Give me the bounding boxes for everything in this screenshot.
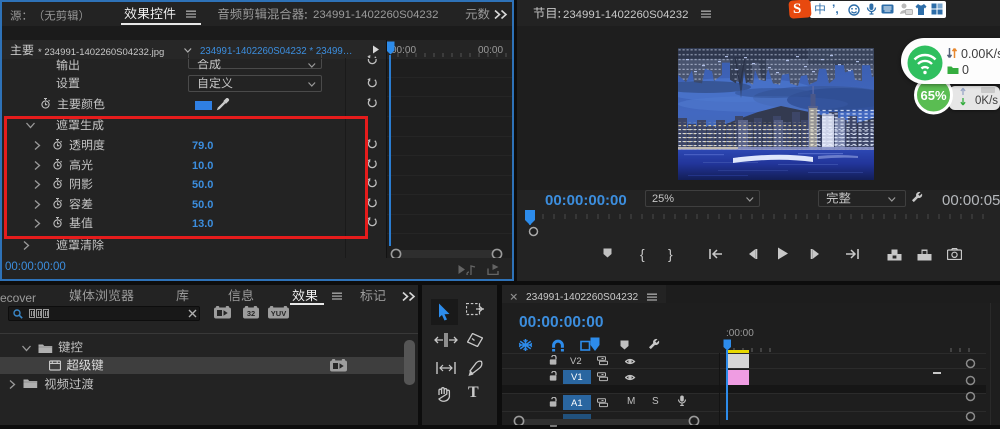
- svg-text:32: 32: [247, 309, 255, 318]
- svg-text:65%: 65%: [920, 88, 946, 103]
- svg-text:YUV: YUV: [271, 309, 286, 318]
